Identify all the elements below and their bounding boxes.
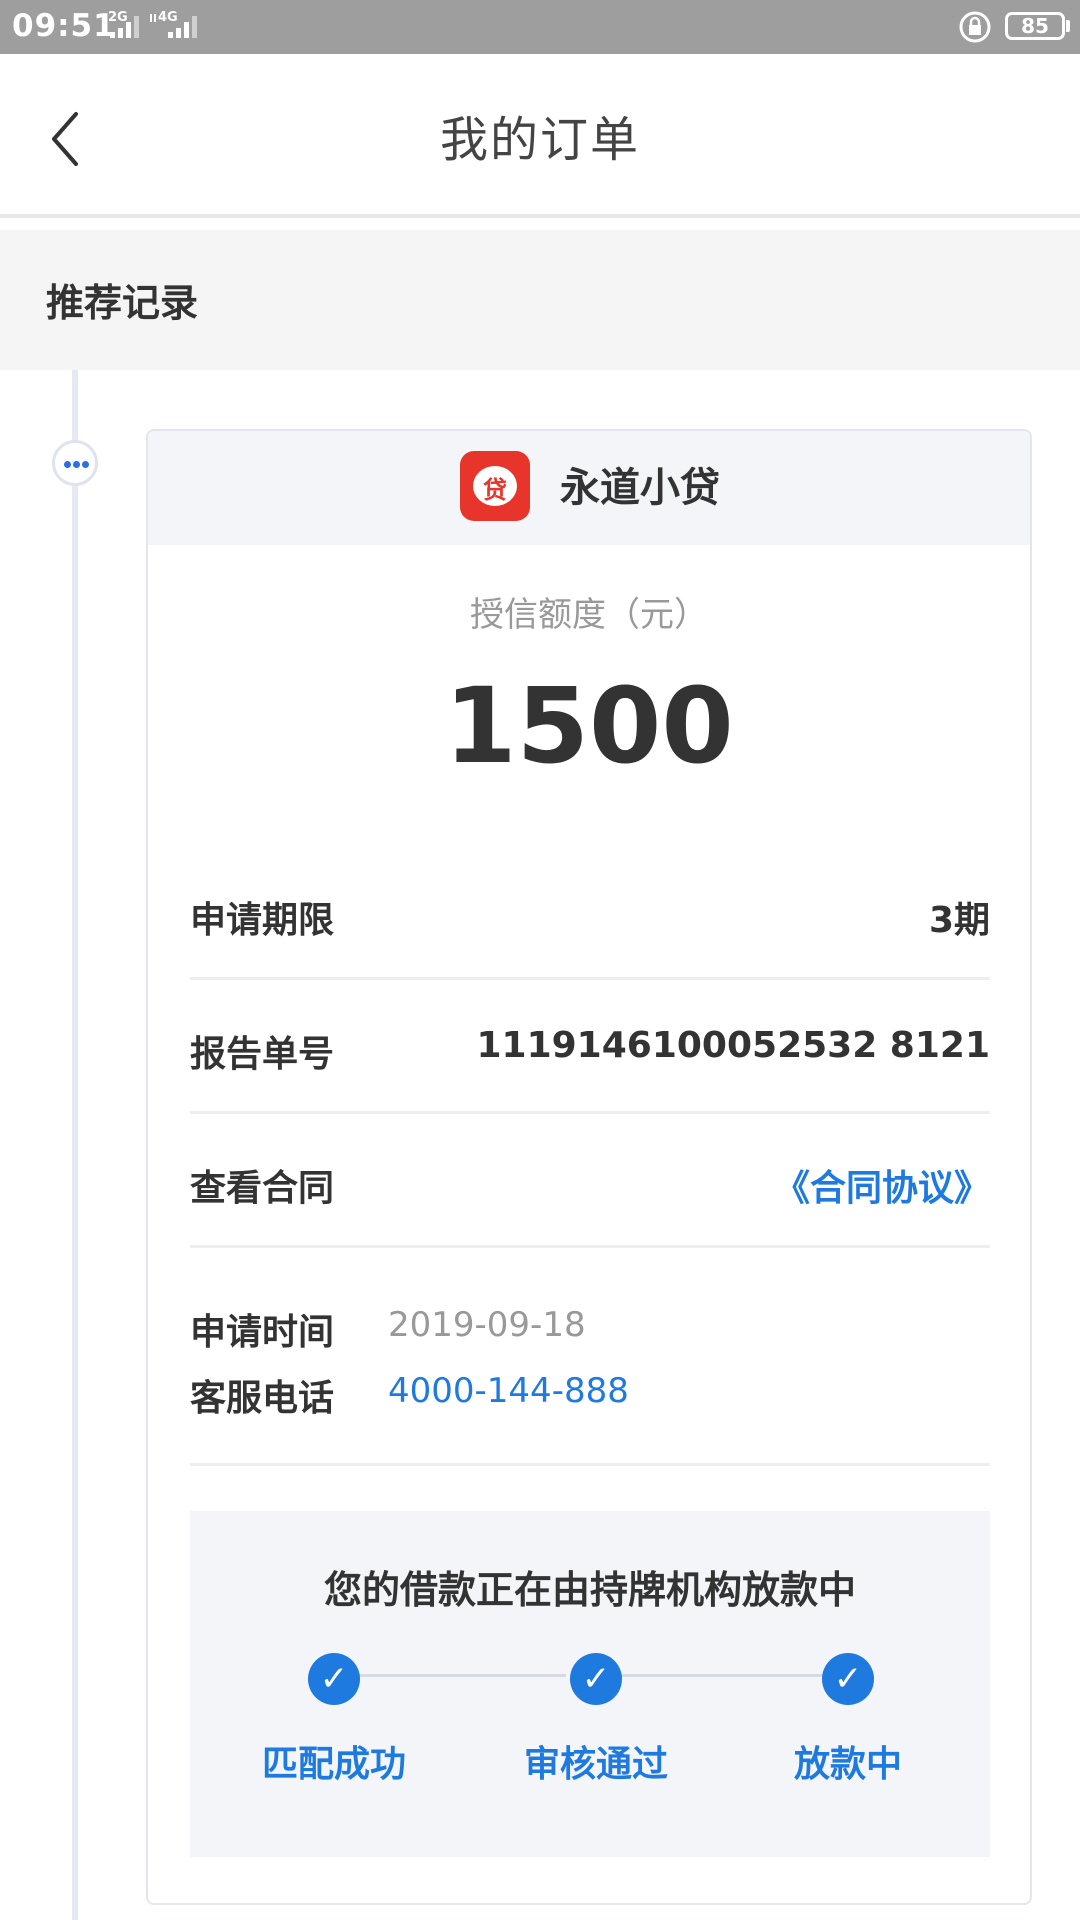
apply-time-label: 申请时间 bbox=[190, 1312, 335, 1353]
section-title: 推荐记录 bbox=[46, 281, 199, 325]
check-circle-icon: ✓ bbox=[822, 1653, 874, 1705]
credit-amount: 1500 bbox=[444, 665, 734, 787]
report-number-value: 1119146100052532 8121 bbox=[476, 1025, 990, 1066]
status-bar: 09:51 2G 4G 85 bbox=[0, 0, 1080, 54]
lender-name: 永道小贷 bbox=[560, 465, 720, 511]
row-contract[interactable]: 查看合同 《合同协议》 bbox=[190, 1139, 990, 1219]
money-bag-icon: 贷 bbox=[473, 466, 517, 506]
battery-icon: 85 bbox=[1005, 12, 1065, 40]
row-term: 申请期限 3期 bbox=[190, 871, 990, 951]
contract-label: 查看合同 bbox=[190, 1168, 335, 1209]
timeline-line bbox=[72, 370, 78, 1920]
progress-line bbox=[596, 1674, 828, 1677]
apply-time-value: 2019-09-18 bbox=[388, 1305, 586, 1345]
progress-line bbox=[334, 1674, 566, 1677]
report-number-label: 报告单号 bbox=[190, 1034, 335, 1075]
rotation-lock-icon bbox=[959, 11, 991, 43]
step-label-approved: 审核通过 bbox=[523, 1744, 668, 1785]
card-header: 贷 永道小贷 bbox=[148, 431, 1030, 545]
divider bbox=[190, 977, 990, 980]
divider bbox=[190, 1111, 990, 1114]
order-card[interactable]: 贷 永道小贷 授信额度（元） 1500 申请期限 3期 报告单号 1119146… bbox=[146, 429, 1032, 1905]
check-circle-icon: ✓ bbox=[308, 1653, 360, 1705]
page-title: 我的订单 bbox=[439, 112, 640, 168]
logo-char: 贷 bbox=[483, 476, 507, 504]
check-circle-icon: ✓ bbox=[570, 1653, 622, 1705]
service-phone-label: 客服电话 bbox=[190, 1378, 335, 1419]
step-label-matched: 匹配成功 bbox=[261, 1744, 406, 1785]
loan-status-panel: 您的借款正在由持牌机构放款中 ✓ ✓ ✓ 匹配成功 审核通过 放款中 bbox=[190, 1511, 990, 1857]
status-message: 您的借款正在由持牌机构放款中 bbox=[323, 1568, 856, 1612]
timeline-more-icon bbox=[52, 440, 98, 486]
divider bbox=[190, 1245, 990, 1248]
battery-tip bbox=[1066, 20, 1070, 32]
header-divider bbox=[0, 214, 1080, 218]
signal-2g-icon: 2G bbox=[108, 10, 142, 40]
status-time: 09:51 bbox=[12, 8, 116, 44]
step-label-disbursing: 放款中 bbox=[793, 1744, 902, 1785]
contract-link[interactable]: 《合同协议》 bbox=[774, 1159, 990, 1211]
row-report-number: 报告单号 1119146100052532 8121 bbox=[190, 1005, 990, 1085]
term-value: 3期 bbox=[928, 900, 990, 941]
term-label: 申请期限 bbox=[190, 900, 335, 941]
header: 我的订单 bbox=[0, 54, 1080, 214]
credit-label: 授信额度（元） bbox=[470, 595, 708, 635]
battery-level: 85 bbox=[1021, 14, 1049, 38]
signal-4g-icon: 4G bbox=[148, 10, 204, 40]
lender-logo: 贷 bbox=[460, 451, 530, 521]
service-phone-link[interactable]: 4000-144-888 bbox=[388, 1371, 629, 1411]
divider bbox=[190, 1463, 990, 1466]
section-header: 推荐记录 bbox=[0, 230, 1080, 370]
